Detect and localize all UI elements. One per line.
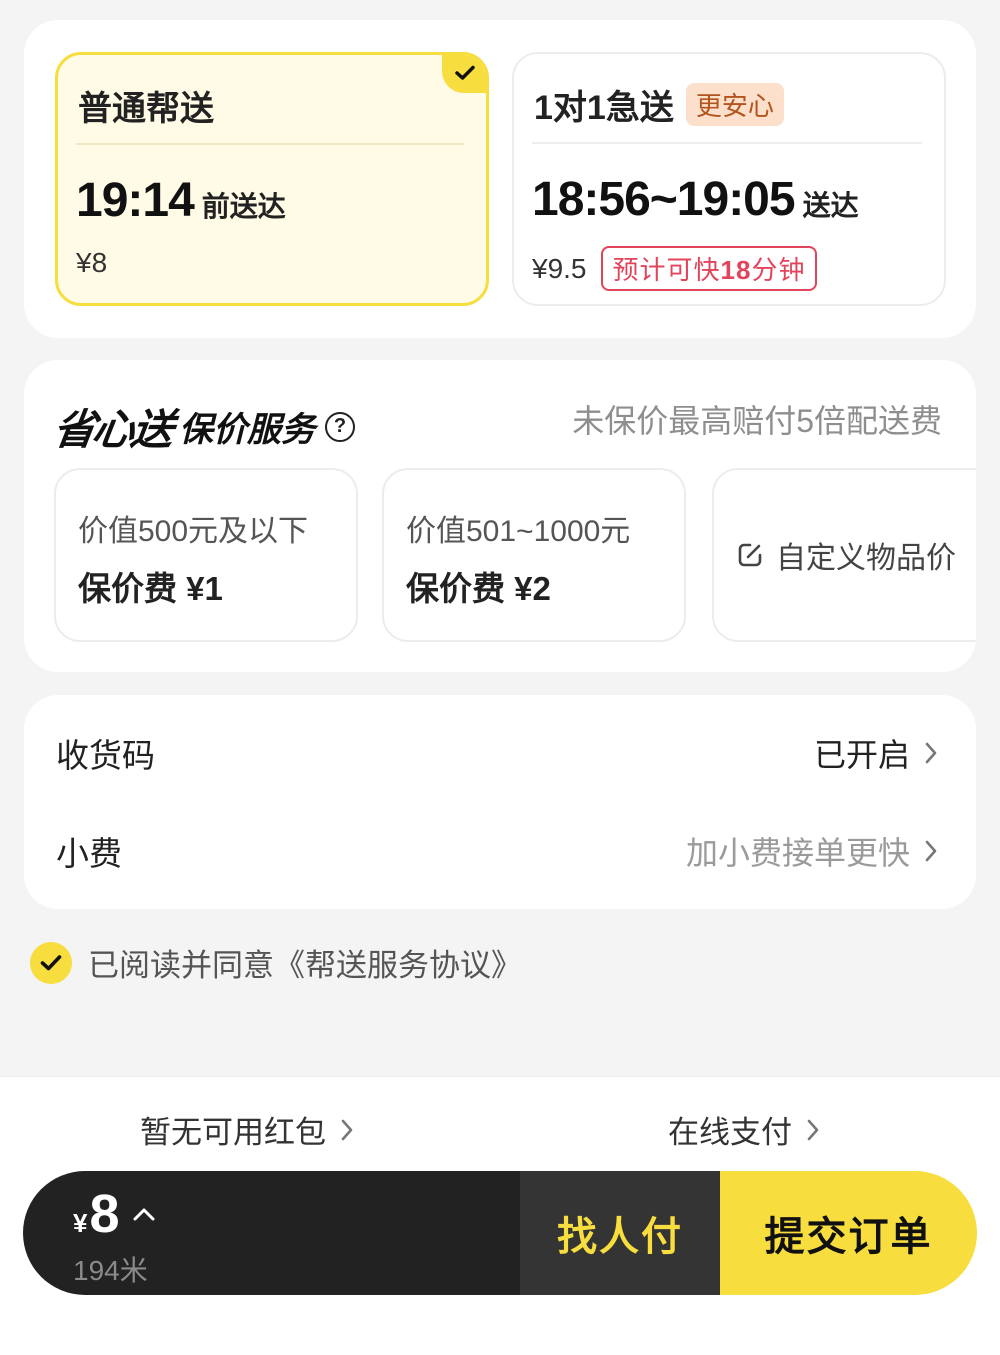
option-eta: 18:56~19:05 送达 xyxy=(532,172,859,227)
coupon-selector[interactable]: 暂无可用红包 xyxy=(140,1107,354,1152)
tip-value: 加小费接单更快 xyxy=(685,835,910,871)
agreement-link[interactable]: 已阅读并同意《帮送服务协议》 xyxy=(88,940,522,985)
order-settings-card: 收货码 已开启 小费 加小费接单更快 xyxy=(24,695,976,909)
total-amount: ¥ 8 xyxy=(73,1183,156,1245)
chevron-right-icon xyxy=(340,1118,354,1142)
faster-prefix: 预计可快 xyxy=(612,255,721,285)
pay-bar: ¥ 8 194米 找人付 提交订单 xyxy=(23,1171,977,1295)
insurance-option-2[interactable]: 价值501~1000元 保价费 ¥2 xyxy=(382,468,686,642)
option-price: ¥9.5 xyxy=(532,252,587,284)
insurance-hint: 未保价最高赔付5倍配送费 xyxy=(572,403,942,439)
eta-suffix: 前送达 xyxy=(201,191,286,222)
faster-minutes: 18 xyxy=(720,255,752,285)
safety-tag: 更安心 xyxy=(685,83,784,126)
custom-value-row: 自定义物品价 xyxy=(736,533,956,577)
insurance-option-1[interactable]: 价值500元及以下 保价费 ¥1 xyxy=(54,468,358,642)
option-title: 普通帮送 xyxy=(78,90,214,128)
insurance-card: 省心送 保价服务 ? 未保价最高赔付5倍配送费 价值500元及以下 保价费 ¥1… xyxy=(24,360,976,672)
receipt-code-value: 已开启 xyxy=(813,737,910,773)
tip-label: 小费 xyxy=(56,835,122,872)
chevron-right-icon xyxy=(806,1118,820,1142)
chevron-up-icon xyxy=(132,1206,156,1222)
payment-method-selector[interactable]: 在线支付 xyxy=(668,1107,820,1152)
edit-icon xyxy=(736,541,764,569)
delivery-option-normal[interactable]: 普通帮送 19:14 前送达 ¥8 xyxy=(55,52,489,306)
eta-suffix: 送达 xyxy=(802,190,859,221)
insurance-option-custom[interactable]: 自定义物品价 xyxy=(712,468,976,642)
tip-row[interactable]: 小费 加小费接单更快 xyxy=(56,821,938,881)
payment-method-label: 在线支付 xyxy=(668,1115,792,1150)
faster-suffix: 分钟 xyxy=(751,255,806,285)
selected-check-icon xyxy=(442,55,486,93)
help-icon[interactable]: ? xyxy=(325,411,356,442)
agreement-checkbox[interactable] xyxy=(30,941,72,984)
eta-time: 18:56~19:05 xyxy=(532,173,796,226)
option-title-row: 1对1急送 更安心 xyxy=(534,80,784,129)
agreement-row: 已阅读并同意《帮送服务协议》 xyxy=(30,940,522,985)
delivery-option-card: 普通帮送 19:14 前送达 ¥8 1对1急送 更安心 18:56~19:05 … xyxy=(24,20,976,338)
submit-order-button[interactable]: 提交订单 xyxy=(720,1171,977,1295)
faster-badge: 预计可快18分钟 xyxy=(600,246,818,291)
tip-status: 加小费接单更快 xyxy=(686,828,938,874)
divider xyxy=(532,142,922,144)
receipt-code-label: 收货码 xyxy=(56,737,155,774)
price-summary[interactable]: ¥ 8 194米 xyxy=(23,1171,520,1295)
eta-time: 19:14 xyxy=(76,174,195,227)
insurance-fee: 保价费 ¥1 xyxy=(78,570,223,607)
brand-logo: 省心送 xyxy=(50,406,174,453)
option-price: ¥8 xyxy=(76,247,108,278)
insurance-fee: 保价费 ¥2 xyxy=(406,570,551,607)
insurance-header: 省心送 保价服务 ? xyxy=(50,396,356,457)
currency-symbol: ¥ xyxy=(73,1208,88,1238)
option-title: 1对1急送 xyxy=(534,89,674,127)
coupon-label: 暂无可用红包 xyxy=(140,1115,326,1150)
chevron-right-icon xyxy=(924,839,938,863)
divider xyxy=(76,143,464,145)
insurance-title: 保价服务 xyxy=(179,411,316,449)
pay-by-friend-button[interactable]: 找人付 xyxy=(520,1171,720,1295)
option-price-row: ¥9.5 预计可快18分钟 xyxy=(532,246,818,291)
insurance-range: 价值501~1000元 xyxy=(406,515,631,548)
insurance-range: 价值500元及以下 xyxy=(78,515,309,548)
distance-label: 194米 xyxy=(73,1255,148,1286)
checkout-footer: 暂无可用红包 在线支付 ¥ 8 194米 找人付 提交订单 xyxy=(0,1076,1000,1355)
delivery-option-express[interactable]: 1对1急送 更安心 18:56~19:05 送达 ¥9.5 预计可快18分钟 xyxy=(512,52,946,306)
chevron-right-icon xyxy=(924,741,938,765)
total-price: 8 xyxy=(89,1184,120,1244)
option-eta: 19:14 前送达 xyxy=(76,173,286,228)
receipt-code-row[interactable]: 收货码 已开启 xyxy=(56,723,938,783)
custom-value-label: 自定义物品价 xyxy=(776,542,956,575)
receipt-code-status: 已开启 xyxy=(814,730,938,776)
